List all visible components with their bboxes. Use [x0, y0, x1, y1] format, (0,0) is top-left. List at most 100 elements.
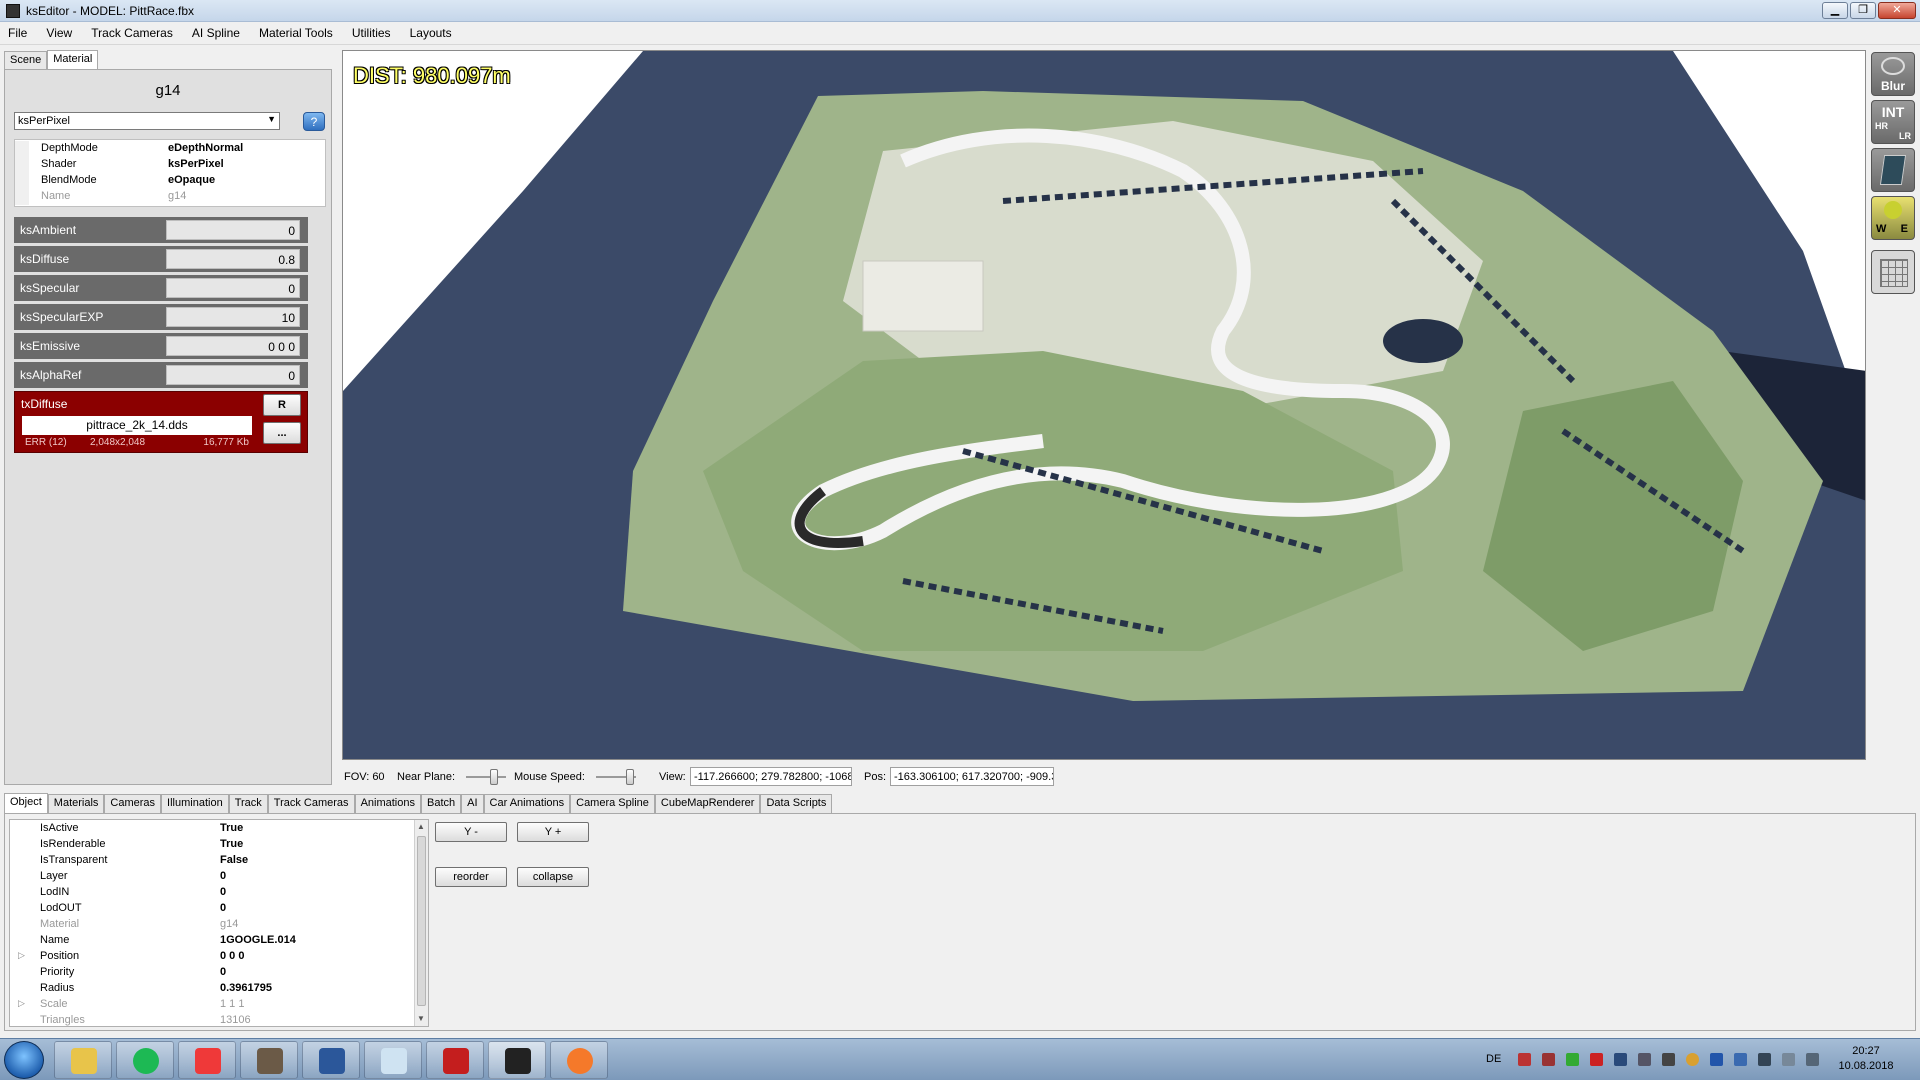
near-plane-slider[interactable] — [466, 769, 506, 785]
tray-icon[interactable] — [1590, 1053, 1603, 1066]
taskbar-word[interactable] — [302, 1041, 360, 1079]
object-property-row[interactable]: Material g14 — [10, 917, 416, 933]
slider-thumb[interactable] — [626, 769, 634, 785]
param-value-input[interactable]: 0 0 0 — [166, 336, 300, 356]
object-property-row[interactable]: ▷ Position 0 0 0 — [10, 949, 416, 965]
close-button[interactable]: ✕ — [1878, 2, 1916, 19]
language-indicator[interactable]: DE — [1486, 1053, 1501, 1065]
taskbar-kseditor[interactable] — [488, 1041, 546, 1079]
menu-layouts[interactable]: Layouts — [402, 22, 460, 44]
taskbar-notepad[interactable] — [364, 1041, 422, 1079]
property-row[interactable]: BlendMode eOpaque — [15, 173, 325, 189]
object-property-row[interactable]: IsActive True — [10, 821, 416, 837]
tab-materials[interactable]: Materials — [47, 794, 105, 813]
tray-icon[interactable] — [1566, 1053, 1579, 1066]
object-property-row[interactable]: Triangles 13106 — [10, 1013, 416, 1026]
property-row[interactable]: Shader ksPerPixel — [15, 157, 325, 173]
mouse-speed-slider[interactable] — [596, 769, 636, 785]
object-property-row[interactable]: ▷ Scale 1 1 1 — [10, 997, 416, 1013]
tab-illumination[interactable]: Illumination — [161, 794, 229, 813]
network-icon[interactable] — [1758, 1053, 1771, 1066]
dropbox-icon[interactable] — [1734, 1053, 1747, 1066]
scroll-up-icon[interactable]: ▲ — [417, 822, 425, 831]
menu-file[interactable]: File — [0, 22, 35, 44]
menu-material-tools[interactable]: Material Tools — [251, 22, 341, 44]
param-value-input[interactable]: 0 — [166, 278, 300, 298]
tray-icon[interactable] — [1542, 1053, 1555, 1066]
browse-texture-button[interactable]: ... — [263, 422, 301, 444]
scroll-down-icon[interactable]: ▼ — [417, 1014, 425, 1023]
tab-track[interactable]: Track — [228, 794, 268, 813]
minimize-button[interactable]: ▁ — [1822, 2, 1848, 19]
object-property-row[interactable]: Name 1GOOGLE.014 — [10, 933, 416, 949]
texture-filename[interactable]: pittrace_2k_14.dds — [22, 416, 252, 435]
restore-button[interactable]: ❐ — [1850, 2, 1876, 19]
int-hr-lr-button[interactable]: INT HR LR — [1871, 100, 1915, 144]
taskbar-spotify[interactable] — [116, 1041, 174, 1079]
object-property-row[interactable]: LodOUT 0 — [10, 901, 416, 917]
tab-cubemaprenderer[interactable]: CubeMapRenderer — [654, 794, 761, 813]
taskbar-blender[interactable] — [550, 1041, 608, 1079]
taskbar-explorer[interactable] — [54, 1041, 112, 1079]
param-value-input[interactable]: 0.8 — [166, 249, 300, 269]
volume-icon[interactable] — [1806, 1053, 1819, 1066]
pos-coordinates-field[interactable]: -163.306100; 617.320700; -909.3 — [890, 767, 1054, 786]
tab-animations[interactable]: Animations — [354, 794, 421, 813]
3d-viewport[interactable]: DIST: 980.097m — [342, 50, 1866, 760]
property-row[interactable]: Name g14 — [15, 189, 325, 205]
taskbar-gimp[interactable] — [240, 1041, 298, 1079]
bluetooth-icon[interactable] — [1710, 1053, 1723, 1066]
tab-batch[interactable]: Batch — [420, 794, 462, 813]
tray-icon[interactable] — [1686, 1053, 1699, 1066]
reorder-button[interactable]: reorder — [435, 867, 507, 887]
vertical-scrollbar[interactable]: ▲ ▼ — [414, 820, 428, 1026]
taskbar-assetto-corsa[interactable] — [426, 1041, 484, 1079]
expand-icon[interactable]: ▷ — [18, 950, 25, 961]
start-button[interactable] — [4, 1041, 44, 1079]
param-value-input[interactable]: 10 — [166, 307, 300, 327]
clock[interactable]: 20:27 10.08.2018 — [1836, 1044, 1896, 1074]
reload-texture-button[interactable]: R — [263, 394, 301, 416]
tab-object[interactable]: Object — [4, 793, 48, 813]
object-property-row[interactable]: IsTransparent False — [10, 853, 416, 869]
steam-icon[interactable] — [1614, 1053, 1627, 1066]
shader-select[interactable]: ksPerPixel ▼ — [14, 112, 280, 130]
flag-icon[interactable] — [1782, 1053, 1795, 1066]
tab-track-cameras[interactable]: Track Cameras — [267, 794, 355, 813]
object-property-row[interactable]: LodIN 0 — [10, 885, 416, 901]
collapse-button[interactable]: collapse — [517, 867, 589, 887]
tab-cameras[interactable]: Cameras — [104, 794, 162, 813]
object-property-row[interactable]: IsRenderable True — [10, 837, 416, 853]
menu-utilities[interactable]: Utilities — [344, 22, 399, 44]
y-minus-button[interactable]: Y - — [435, 822, 507, 842]
param-value-input[interactable]: 0 — [166, 365, 300, 385]
tab-scene[interactable]: Scene — [4, 51, 48, 70]
expand-icon[interactable]: ▷ — [18, 998, 25, 1009]
weather-button[interactable]: W E — [1871, 196, 1915, 240]
slider-thumb[interactable] — [490, 769, 498, 785]
blur-button[interactable]: Blur — [1871, 52, 1915, 96]
param-value-input[interactable]: 0 — [166, 220, 300, 240]
help-button[interactable]: ? — [303, 112, 325, 131]
tab-car-animations[interactable]: Car Animations — [483, 794, 571, 813]
menu-view[interactable]: View — [38, 22, 80, 44]
tab-ai[interactable]: AI — [461, 794, 484, 813]
y-plus-button[interactable]: Y + — [517, 822, 589, 842]
menu-ai-spline[interactable]: AI Spline — [184, 22, 248, 44]
card-view-button[interactable] — [1871, 148, 1915, 192]
tab-data-scripts[interactable]: Data Scripts — [760, 794, 833, 813]
tray-icon[interactable] — [1638, 1053, 1651, 1066]
grid-button[interactable] — [1871, 250, 1915, 294]
tray-icon[interactable] — [1518, 1053, 1531, 1066]
view-coordinates-field[interactable]: -117.266600; 279.782800; -1068. — [690, 767, 852, 786]
tab-camera-spline[interactable]: Camera Spline — [570, 794, 655, 813]
object-property-row[interactable]: Priority 0 — [10, 965, 416, 981]
taskbar-vivaldi[interactable] — [178, 1041, 236, 1079]
menu-track-cameras[interactable]: Track Cameras — [83, 22, 181, 44]
property-row[interactable]: DepthMode eDepthNormal — [15, 141, 325, 157]
object-property-row[interactable]: Radius 0.3961795 — [10, 981, 416, 997]
scrollbar-thumb[interactable] — [417, 836, 426, 1006]
tab-material[interactable]: Material — [47, 50, 99, 70]
tray-icon[interactable] — [1662, 1053, 1675, 1066]
object-property-row[interactable]: Layer 0 — [10, 869, 416, 885]
